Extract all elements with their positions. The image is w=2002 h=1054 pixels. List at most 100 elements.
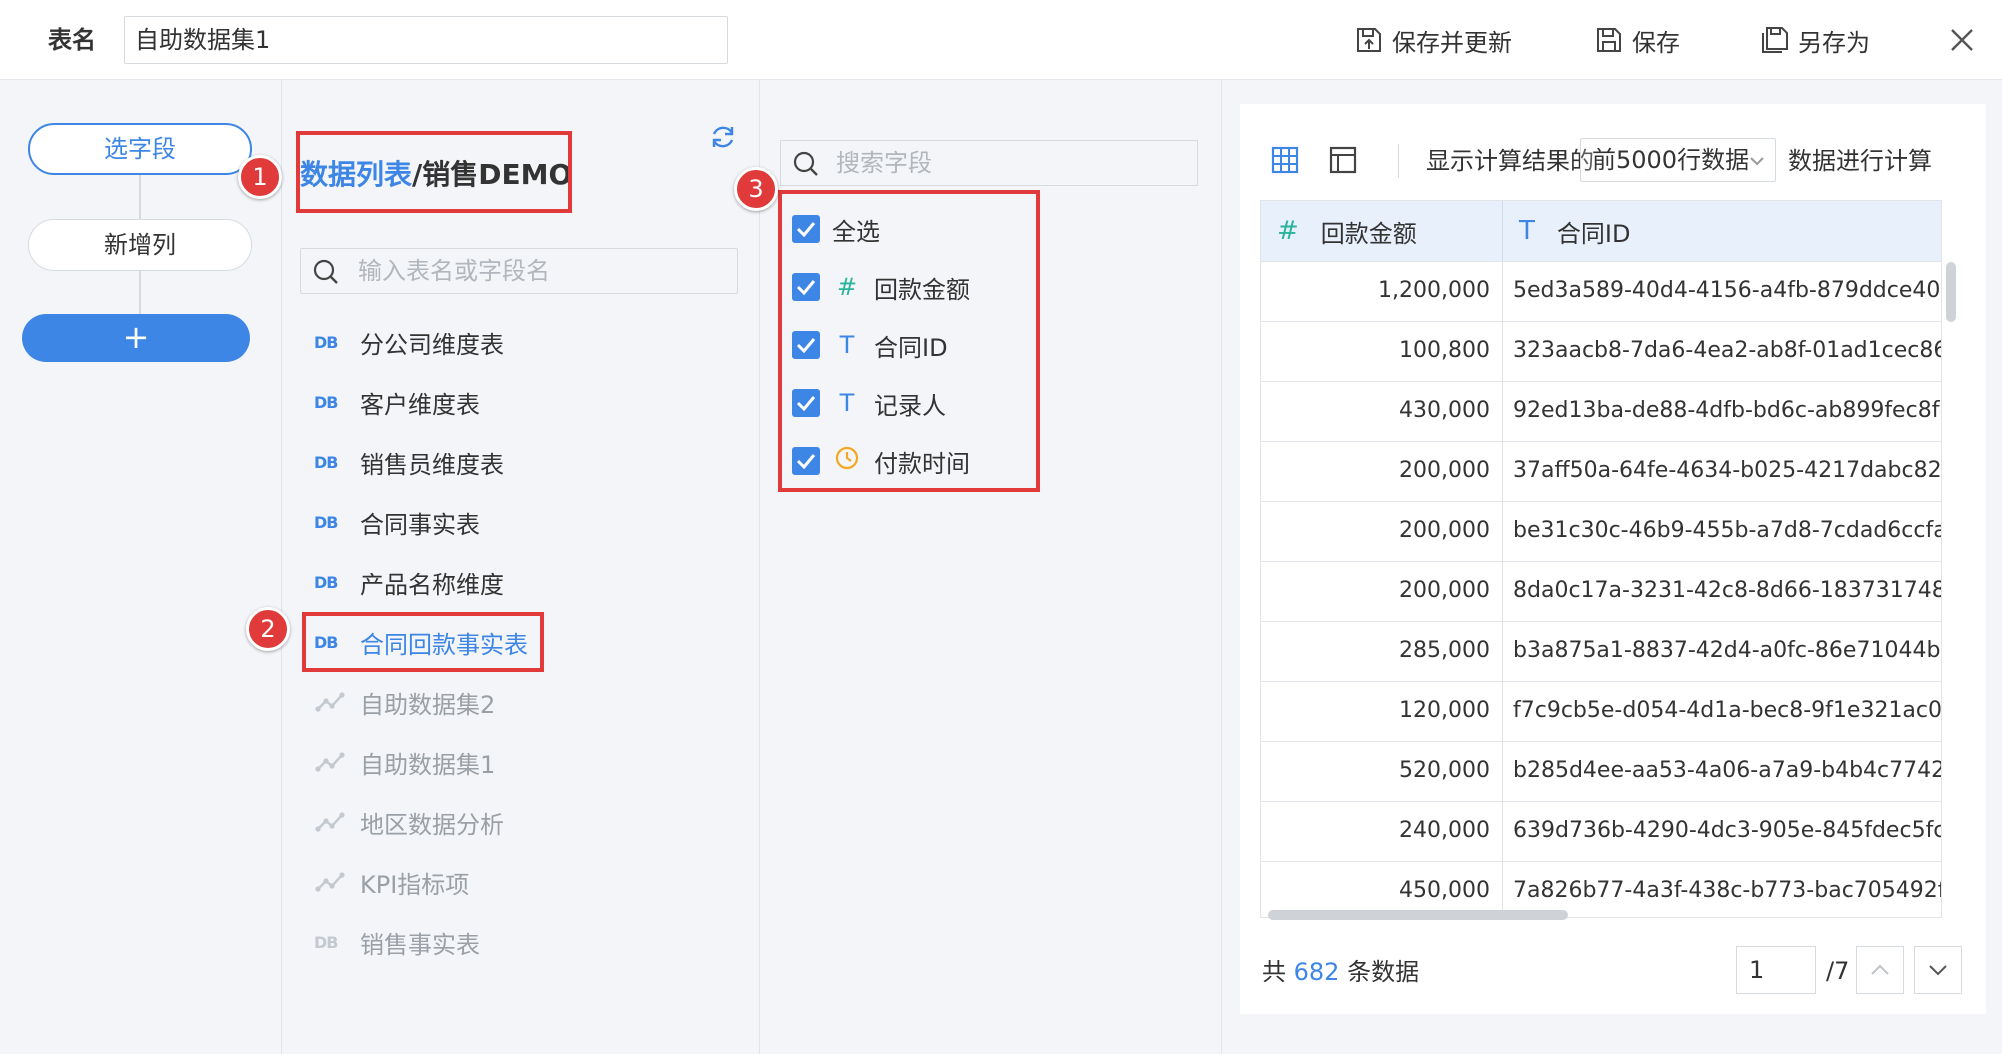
table-item-label: 客户维度表 [360, 390, 480, 419]
horizontal-scrollbar[interactable] [1268, 910, 1568, 920]
save-icon [1597, 28, 1621, 52]
step-connector [139, 271, 141, 314]
self-dataset-icon [315, 752, 345, 772]
table-item[interactable]: DB 分公司维度表 [314, 322, 504, 362]
self-dataset-icon [315, 812, 345, 832]
cell-amount: 520,000 [1261, 742, 1503, 802]
table-row: 200,000 be31c30c-46b9-455b-a7d8-7cdad6ccf… [1261, 501, 1942, 562]
layout-view-icon[interactable] [1328, 145, 1358, 179]
total-count: 682 [1293, 958, 1340, 986]
table-item-label: 自助数据集1 [360, 750, 496, 779]
page-up-button[interactable] [1856, 946, 1904, 994]
table-name-input[interactable]: 自助数据集1 [124, 16, 728, 64]
database-icon: DB [314, 572, 338, 592]
annotation-box-3 [778, 190, 1040, 492]
toolbar-divider [1398, 144, 1399, 178]
save-as-icon [1762, 27, 1788, 53]
table-item-label: 销售员维度表 [360, 450, 504, 479]
total-suffix: 条数据 [1347, 958, 1420, 986]
database-icon: DB [314, 392, 338, 412]
self-dataset-icon [315, 692, 345, 712]
annotation-box-2 [302, 612, 544, 672]
self-dataset-icon [315, 872, 345, 892]
table-item-disabled: 自助数据集1 [314, 742, 495, 782]
column-header[interactable]: T 合同ID [1503, 201, 1941, 261]
cell-contract-id: 37aff50a-64fe-4634-b025-4217dabc82a0 [1513, 458, 1942, 483]
text-type-icon: T [1519, 216, 1535, 246]
close-icon[interactable] [1946, 24, 1978, 56]
table-row: 200,000 8da0c17a-3231-42c8-8d66-183731748… [1261, 561, 1941, 622]
cell-contract-id: 323aacb8-7da6-4ea2-ab8f-01ad1cec865 [1513, 338, 1942, 363]
number-type-icon: # [1277, 216, 1299, 246]
cell-contract-id: b285d4ee-aa53-4a06-a7a9-b4b4c77421 [1513, 758, 1942, 783]
table-row: 520,000 b285d4ee-aa53-4a06-a7a9-b4b4c7742… [1261, 741, 1942, 802]
refresh-icon[interactable] [708, 122, 738, 152]
table-row: 240,000 639d736b-4290-4dc3-905e-845fdec5f… [1261, 801, 1942, 862]
save-as-label: 另存为 [1798, 28, 1870, 57]
table-item-label: KPI指标项 [360, 870, 470, 899]
annotation-badge-1: 1 [238, 155, 282, 199]
cell-amount: 120,000 [1261, 682, 1503, 742]
cell-amount: 240,000 [1261, 802, 1503, 862]
save-update-label: 保存并更新 [1392, 28, 1512, 57]
grid-view-icon[interactable] [1270, 145, 1300, 179]
chevron-down-icon [1929, 965, 1947, 976]
database-icon: DB [314, 332, 338, 352]
table-item-label: 销售事实表 [360, 930, 480, 959]
table-body: 1,200,000 5ed3a589-40d4-4156-a4fb-879ddce… [1261, 261, 1942, 917]
cell-contract-id: 7a826b77-4a3f-438c-b773-bac705492fa [1513, 878, 1942, 903]
save-update-icon [1357, 28, 1381, 52]
cell-contract-id: be31c30c-46b9-455b-a7d8-7cdad6ccfa8 [1513, 518, 1942, 543]
cell-contract-id: 5ed3a589-40d4-4156-a4fb-879ddce401a [1513, 278, 1942, 303]
calc-hint-text-suffix: 数据进行计算 [1788, 147, 1932, 175]
table-row: 285,000 b3a875a1-8837-42d4-a0fc-86e71044b… [1261, 621, 1942, 682]
cell-amount: 1,200,000 [1261, 262, 1503, 322]
table-item[interactable]: DB 合同事实表 [314, 502, 480, 542]
step-select-fields[interactable]: 选字段 [28, 123, 252, 175]
cell-amount: 100,800 [1261, 322, 1503, 382]
table-row: 1,200,000 5ed3a589-40d4-4156-a4fb-879ddce… [1261, 261, 1942, 322]
cell-amount: 200,000 [1261, 502, 1503, 562]
cell-contract-id: 639d736b-4290-4dc3-905e-845fdec5fc1 [1513, 818, 1942, 843]
page-down-button[interactable] [1914, 946, 1962, 994]
table-item-disabled: 自助数据集2 [314, 682, 495, 722]
page-number-input[interactable]: 1 [1736, 946, 1816, 994]
table-row: 430,000 92ed13ba-de88-4dfb-bd6c-ab899fec8… [1261, 381, 1941, 442]
annotation-box-1 [296, 131, 572, 213]
database-icon: DB [314, 452, 338, 472]
cell-amount: 200,000 [1261, 562, 1503, 622]
table-item-label: 产品名称维度 [360, 570, 504, 599]
table-item-label: 地区数据分析 [360, 810, 504, 839]
step-connector [139, 175, 141, 219]
total-count-text: 共 682 条数据 [1262, 955, 1419, 989]
database-icon: DB [314, 512, 338, 532]
table-row: 100,800 323aacb8-7da6-4ea2-ab8f-01ad1cec8… [1261, 321, 1942, 382]
cell-contract-id: b3a875a1-8837-42d4-a0fc-86e71044b53 [1513, 638, 1942, 663]
table-item-disabled: 地区数据分析 [314, 802, 504, 842]
table-search-placeholder: 输入表名或字段名 [358, 257, 550, 285]
vertical-scrollbar[interactable] [1946, 262, 1956, 322]
table-item[interactable]: DB 客户维度表 [314, 382, 480, 422]
column-header[interactable]: # 回款金额 [1261, 201, 1503, 261]
search-icon [793, 151, 818, 176]
step-add-column[interactable]: 新增列 [28, 219, 252, 271]
save-button[interactable]: 保存 [1594, 20, 1680, 60]
table-header: # 回款金额 T 合同ID [1261, 201, 1941, 261]
page-total: /7 [1826, 957, 1850, 985]
table-item-label: 合同事实表 [360, 510, 480, 539]
database-icon: DB [314, 932, 338, 952]
table-item-disabled: KPI指标项 [314, 862, 469, 902]
cell-contract-id: f7c9cb5e-d054-4d1a-bec8-9f1e321ac0fe [1513, 698, 1942, 723]
search-icon [313, 259, 338, 284]
table-row: 200,000 37aff50a-64fe-4634-b025-4217dabc8… [1261, 441, 1942, 502]
total-prefix: 共 [1262, 958, 1286, 986]
table-row: 120,000 f7c9cb5e-d054-4d1a-bec8-9f1e321ac… [1261, 681, 1942, 742]
save-update-button[interactable]: 保存并更新 [1354, 20, 1512, 60]
table-item[interactable]: DB 销售员维度表 [314, 442, 504, 482]
annotation-badge-2: 2 [246, 607, 290, 651]
cell-amount: 430,000 [1261, 382, 1503, 442]
row-limit-value: 前5000行数据 [1592, 146, 1750, 174]
table-item[interactable]: DB 产品名称维度 [314, 562, 504, 602]
save-as-button[interactable]: 另存为 [1760, 20, 1870, 60]
add-step-button[interactable]: + [22, 314, 250, 362]
